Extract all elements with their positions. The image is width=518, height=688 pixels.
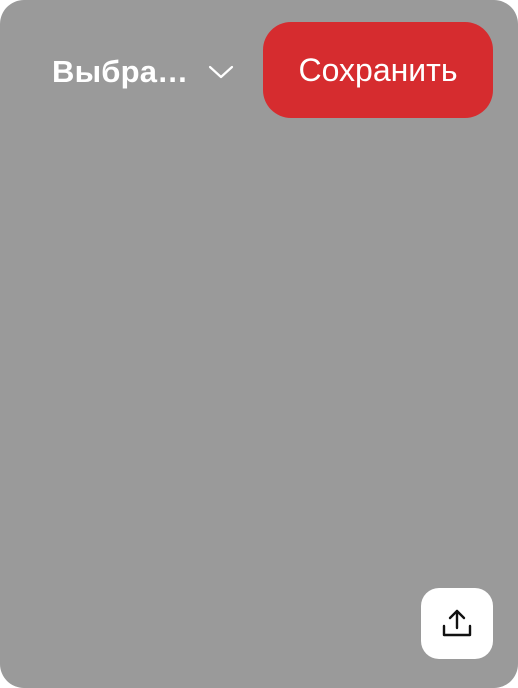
share-button[interactable] bbox=[421, 588, 493, 659]
save-button-label: Сохранить bbox=[298, 51, 458, 88]
pin-card: Выбра… Сохранить bbox=[0, 0, 518, 688]
chevron-down-icon bbox=[209, 65, 234, 79]
board-selector[interactable]: Выбра… bbox=[52, 48, 234, 96]
save-button[interactable]: Сохранить bbox=[263, 22, 493, 118]
board-selector-label: Выбра… bbox=[52, 54, 189, 89]
share-upload-icon bbox=[442, 609, 472, 636]
